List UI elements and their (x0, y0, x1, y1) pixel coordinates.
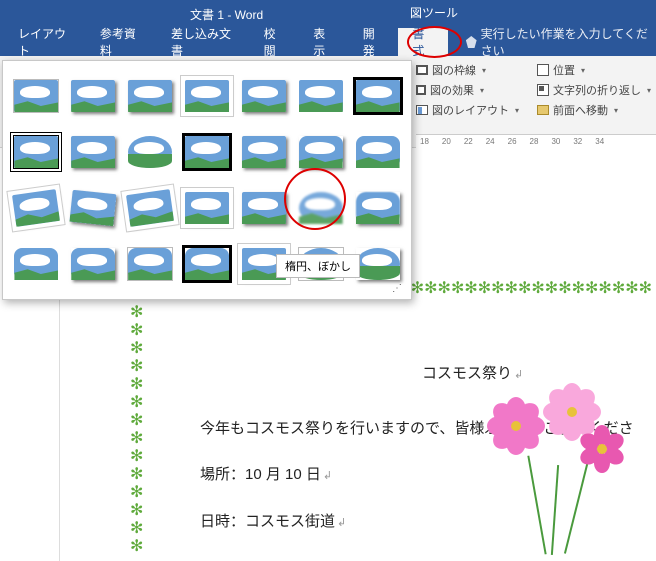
chevron-down-icon: ▾ (515, 106, 519, 115)
tab-references[interactable]: 参考資料 (86, 28, 157, 56)
style-thumb[interactable] (180, 125, 235, 179)
tell-me-search[interactable]: 実行したい作業を入力してください (466, 25, 652, 59)
chevron-down-icon: ▾ (581, 66, 585, 75)
tab-view[interactable]: 表示 (299, 28, 349, 56)
tab-format[interactable]: 書式 (398, 28, 448, 56)
position-icon (537, 64, 549, 76)
chevron-down-icon: ▾ (480, 86, 484, 95)
paragraph-mark-icon: ↲ (514, 369, 523, 381)
title-bar: 文書 1 - Word 図ツール (0, 0, 656, 28)
bring-forward-icon (537, 105, 549, 115)
style-thumb-oval-soft[interactable] (293, 181, 348, 235)
style-thumb[interactable] (123, 125, 178, 179)
chevron-down-icon: ▾ (482, 66, 486, 75)
document-title: 文書 1 - Word (190, 6, 263, 23)
style-thumb[interactable] (66, 125, 121, 179)
doc-p3: 日時：コスモス街道 (200, 513, 335, 530)
cosmos-flower-image[interactable] (466, 395, 646, 555)
style-thumb[interactable] (9, 69, 64, 123)
style-thumb[interactable] (236, 69, 291, 123)
position-button[interactable]: 位置▾ (537, 62, 651, 78)
style-thumb[interactable] (123, 181, 178, 235)
tab-developer[interactable]: 開発 (349, 28, 399, 56)
tab-review[interactable]: 校閲 (250, 28, 300, 56)
doc-heading: コスモス祭り (422, 365, 512, 382)
style-thumb[interactable] (123, 237, 178, 291)
ribbon-tabs: レイアウト 参考資料 差し込み文書 校閲 表示 開発 書式 実行したい作業を入力… (0, 28, 656, 56)
style-thumb[interactable] (236, 181, 291, 235)
style-thumb[interactable] (350, 181, 405, 235)
paragraph-mark-icon: ↲ (337, 517, 346, 529)
wrap-icon (537, 84, 549, 96)
wrap-text-button[interactable]: 文字列の折り返し▾ (537, 82, 651, 98)
tell-me-placeholder: 実行したい作業を入力してください (481, 25, 652, 59)
style-thumb[interactable] (9, 237, 64, 291)
style-thumb[interactable] (9, 125, 64, 179)
style-thumb[interactable] (350, 69, 405, 123)
horizontal-ruler[interactable]: 182022242628303234 (416, 134, 656, 148)
contextual-tool-label: 図ツール (410, 4, 458, 21)
style-thumb[interactable] (236, 125, 291, 179)
style-thumb[interactable] (66, 181, 121, 235)
style-tooltip: 楕円、ぼかし (276, 254, 360, 278)
style-thumb[interactable] (123, 69, 178, 123)
tab-layout[interactable]: レイアウト (4, 28, 86, 56)
picture-effects-button[interactable]: 図の効果▾ (416, 82, 519, 98)
style-thumb[interactable] (66, 69, 121, 123)
border-icon (416, 65, 428, 75)
chevron-down-icon: ▾ (647, 86, 651, 95)
style-thumb[interactable] (66, 237, 121, 291)
style-thumb[interactable] (180, 237, 235, 291)
gallery-more-handle[interactable]: ⋰ (389, 283, 405, 295)
paragraph-mark-icon: ↲ (323, 470, 332, 482)
tab-mailings[interactable]: 差し込み文書 (157, 28, 250, 56)
style-thumb[interactable] (180, 69, 235, 123)
lightbulb-icon (466, 36, 477, 48)
picture-layout-button[interactable]: 図のレイアウト▾ (416, 102, 519, 118)
layout-icon (416, 105, 428, 115)
effects-icon (416, 85, 426, 95)
style-thumb[interactable] (180, 181, 235, 235)
picture-border-button[interactable]: 図の枠線▾ (416, 62, 519, 78)
bring-forward-button[interactable]: 前面へ移動▾ (537, 102, 651, 118)
style-thumb[interactable] (293, 69, 348, 123)
style-thumb[interactable] (9, 181, 64, 235)
style-thumb[interactable] (350, 125, 405, 179)
decorative-border-left: ✻✻✻✻✻✻✻✻✻✻✻✻✻✻ (130, 304, 150, 561)
doc-p2: 場所：10 月 10 日 (200, 466, 321, 483)
chevron-down-icon: ▾ (614, 106, 618, 115)
style-thumb[interactable] (293, 125, 348, 179)
